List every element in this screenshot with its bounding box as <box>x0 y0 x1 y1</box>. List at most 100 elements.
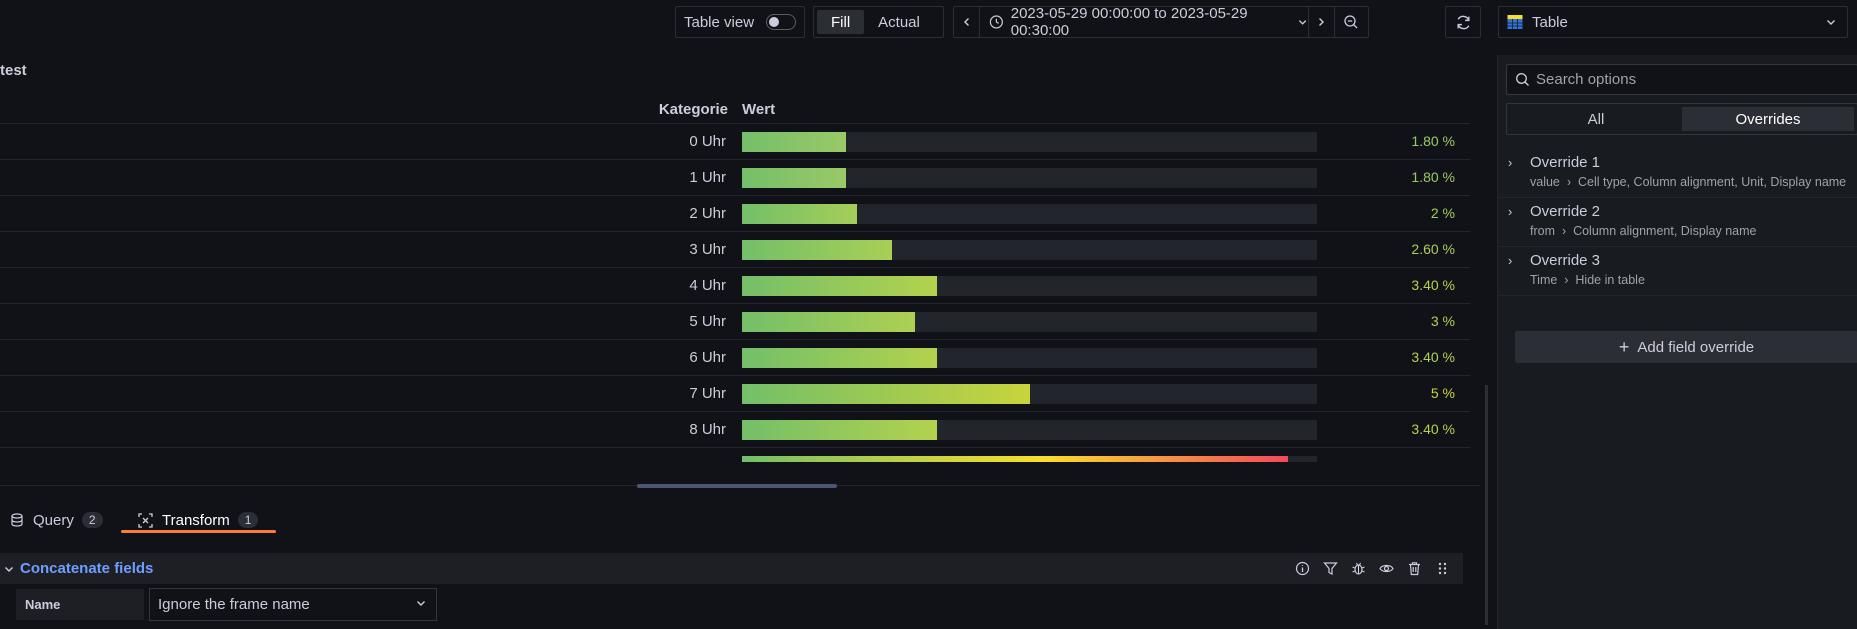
override-title: Override 2 <box>1530 203 1601 220</box>
cell-kategorie: 4 Uhr <box>689 277 726 294</box>
toggle-switch[interactable] <box>766 14 797 30</box>
table-row: 6 Uhr 3.40 % <box>0 340 1470 376</box>
table-row: 2 Uhr 2 % <box>0 196 1470 232</box>
info-icon[interactable] <box>1294 560 1311 577</box>
time-forward-button[interactable] <box>1309 7 1335 37</box>
chevron-right-icon: › <box>1560 273 1572 287</box>
table-view-toggle[interactable]: Table view <box>675 6 805 38</box>
bar-gauge-track <box>742 456 1317 462</box>
override-title: Override 3 <box>1530 252 1601 269</box>
visualization-name: Table <box>1532 13 1568 31</box>
transformation-actions <box>1294 560 1451 577</box>
search-icon <box>1516 73 1529 86</box>
cell-kategorie: 5 Uhr <box>689 313 726 330</box>
chevron-down-icon[interactable] <box>4 564 14 574</box>
database-icon <box>11 513 23 527</box>
override-matcher: value <box>1530 175 1560 189</box>
table-row: 0 Uhr 1.80 % <box>0 124 1470 160</box>
table-view-label: Table view <box>684 13 755 31</box>
table-row: 3 Uhr 2.60 % <box>0 232 1470 268</box>
cell-wert-value: 3 % <box>1430 313 1455 329</box>
query-count-badge: 2 <box>81 512 103 528</box>
visualization-picker[interactable]: Table <box>1498 6 1848 38</box>
bar-gauge-fill <box>742 168 846 188</box>
bar-gauge-track <box>742 132 1317 152</box>
name-field-label: Name <box>16 589 144 620</box>
override-matcher: Time <box>1530 273 1558 287</box>
time-range-text: 2023-05-29 00:00:00 to 2023-05-29 00:30:… <box>1010 5 1248 39</box>
drag-handle-icon[interactable] <box>1434 560 1451 577</box>
cell-kategorie: 6 Uhr <box>689 349 726 366</box>
add-field-override-label: Add field override <box>1637 338 1755 356</box>
transform-icon <box>138 512 153 528</box>
bar-gauge-fill <box>742 204 857 224</box>
fill-actual-selector: Fill Actual <box>813 6 944 38</box>
cell-kategorie: 0 Uhr <box>689 133 726 150</box>
column-header-kategorie[interactable]: Kategorie <box>659 101 728 118</box>
tab-query-label: Query <box>33 511 74 529</box>
active-tab-indicator <box>121 530 276 533</box>
search-placeholder: Search options <box>1536 71 1637 88</box>
time-range-picker: 2023-05-29 00:00:00 to 2023-05-29 00:30:… <box>953 5 1369 39</box>
override-item[interactable]: › Override 1 value › Cell type, Column a… <box>1498 149 1857 198</box>
chevron-right-icon <box>1319 18 1325 26</box>
bar-gauge-fill <box>742 456 1288 462</box>
override-summary: from › Column alignment, Display name <box>1530 223 1857 240</box>
chevron-right-icon: › <box>1558 224 1570 238</box>
bar-gauge-fill <box>742 420 937 440</box>
chevron-right-icon: › <box>1508 204 1513 219</box>
zoom-out-button[interactable] <box>1335 7 1368 37</box>
time-back-button[interactable] <box>954 7 981 37</box>
table-body: 0 Uhr 1.80 % 1 Uhr 1.80 % 2 Uhr 2 % 3 Uhr 2.60 … <box>0 124 1470 462</box>
bar-gauge-fill <box>742 348 937 368</box>
override-title: Override 1 <box>1530 154 1601 171</box>
add-field-override-button[interactable]: + Add field override <box>1515 331 1857 363</box>
override-summary: Time › Hide in table <box>1530 272 1857 289</box>
zoom-out-icon <box>1344 15 1358 29</box>
debug-icon[interactable] <box>1350 560 1367 577</box>
cell-kategorie: 7 Uhr <box>689 385 726 402</box>
panel-title: test <box>0 62 27 79</box>
chevron-down-icon <box>1299 20 1307 25</box>
bar-gauge-track <box>742 312 1317 332</box>
pane-resize-scrollbar[interactable] <box>1485 385 1488 625</box>
radio-all[interactable]: All <box>1510 107 1682 131</box>
filter-icon[interactable] <box>1322 560 1339 577</box>
chevron-down-icon <box>417 601 425 606</box>
table-row: 8 Uhr 3.40 % <box>0 412 1470 448</box>
options-filter-radio: All Overrides <box>1506 103 1857 135</box>
cell-wert-value: 3.40 % <box>1411 277 1455 293</box>
horizontal-scrollbar[interactable] <box>637 484 837 488</box>
editor-toolbar: Table view Fill Actual 2023-05-29 00:00:… <box>0 5 1500 40</box>
transformation-header[interactable]: Concatenate fields <box>0 553 1463 584</box>
radio-overrides[interactable]: Overrides <box>1682 107 1854 131</box>
cell-kategorie: 1 Uhr <box>689 169 726 186</box>
tab-query[interactable]: Query 2 <box>10 505 103 535</box>
time-range-button[interactable]: 2023-05-29 00:00:00 to 2023-05-29 00:30:… <box>980 5 1309 39</box>
table-row: 7 Uhr 5 % <box>0 376 1470 412</box>
override-matcher: from <box>1530 224 1555 238</box>
refresh-icon <box>1456 15 1470 29</box>
frame-name-select[interactable]: Ignore the frame name <box>149 588 437 621</box>
table-header: Kategorie Wert <box>0 94 1470 124</box>
bar-gauge-fill <box>742 132 846 152</box>
chevron-down-icon <box>1827 20 1835 25</box>
column-header-wert[interactable]: Wert <box>742 101 775 118</box>
eye-icon[interactable] <box>1378 560 1395 577</box>
bar-gauge-fill <box>742 312 915 332</box>
search-options-input[interactable]: Search options <box>1506 64 1857 95</box>
refresh-button[interactable] <box>1445 6 1481 38</box>
chevron-left-icon <box>963 18 969 26</box>
override-item[interactable]: › Override 2 from › Column alignment, Di… <box>1498 198 1857 247</box>
options-pane: Search options All Overrides › Override … <box>1497 55 1857 629</box>
bar-gauge-track <box>742 348 1317 368</box>
transformation-title[interactable]: Concatenate fields <box>20 560 153 577</box>
override-item[interactable]: › Override 3 Time › Hide in table <box>1498 247 1857 296</box>
trash-icon[interactable] <box>1406 560 1423 577</box>
actual-button[interactable]: Actual <box>864 10 934 34</box>
transform-count-badge: 1 <box>237 512 259 528</box>
table-row <box>0 448 1470 462</box>
cell-wert-value: 1.80 % <box>1411 133 1455 149</box>
fill-button[interactable]: Fill <box>817 10 865 34</box>
plus-icon: + <box>1618 336 1630 357</box>
